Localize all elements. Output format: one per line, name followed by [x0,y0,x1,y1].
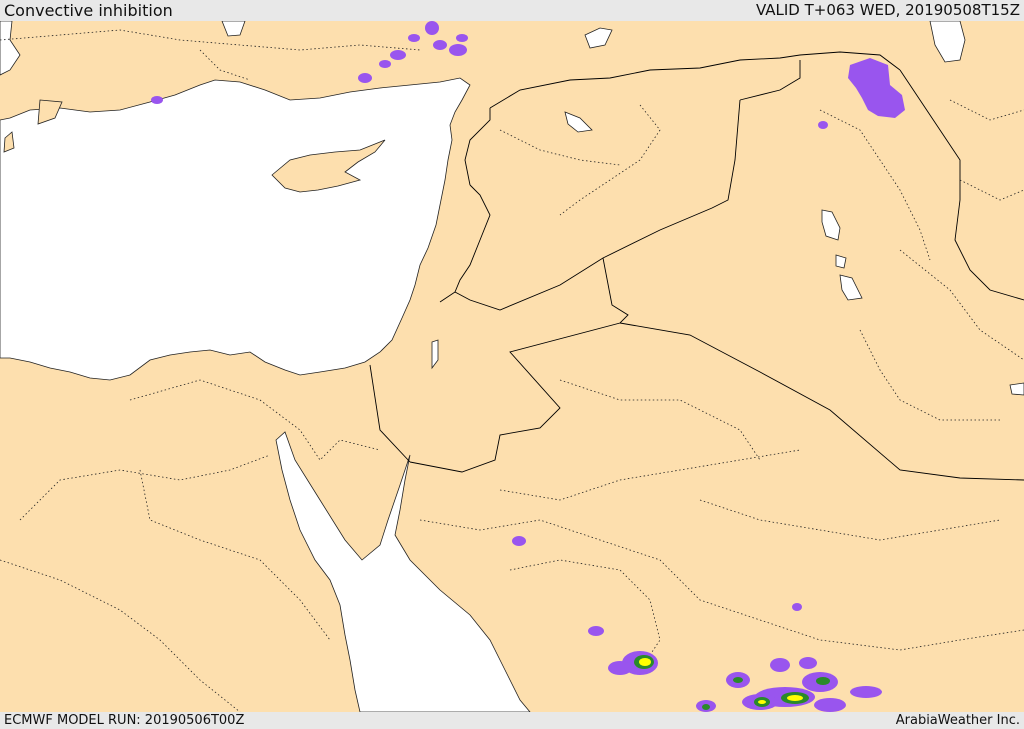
cin-area-low [588,626,604,636]
cin-area-low [799,657,817,669]
cin-area-low [512,536,526,546]
model-run-label: ECMWF MODEL RUN: 20190506T00Z [4,713,245,728]
lake [1009,382,1024,396]
cin-area-high [758,700,766,704]
cin-area-low [850,686,882,698]
cin-area-mid [733,677,743,683]
valid-time-label: VALID T+063 WED, 20190508T15Z [755,1,1020,19]
cin-area-mid [702,704,710,710]
cin-area-low [408,34,420,42]
cin-area-low [608,661,632,675]
cin-area-low [358,73,372,83]
cin-area-low [770,658,790,672]
cin-area-low [456,34,468,42]
cin-area-low [818,121,828,129]
cin-area-low [433,40,447,50]
cin-area-low [151,96,163,104]
map-canvas [0,21,1024,712]
map-figure: Convective inhibition VALID T+063 WED, 2… [0,0,1024,729]
credit-label: ArabiaWeather Inc. [895,713,1020,728]
cin-area-high [639,658,651,666]
cin-area-low [792,603,802,611]
cin-area-low [814,698,846,712]
cin-area-low [425,21,439,35]
cin-area-low [449,44,467,56]
cin-area-high [787,695,803,701]
cin-area-mid [816,677,830,685]
cin-area-low [390,50,406,60]
map-title: Convective inhibition [4,1,173,20]
cin-area-low [379,60,391,68]
